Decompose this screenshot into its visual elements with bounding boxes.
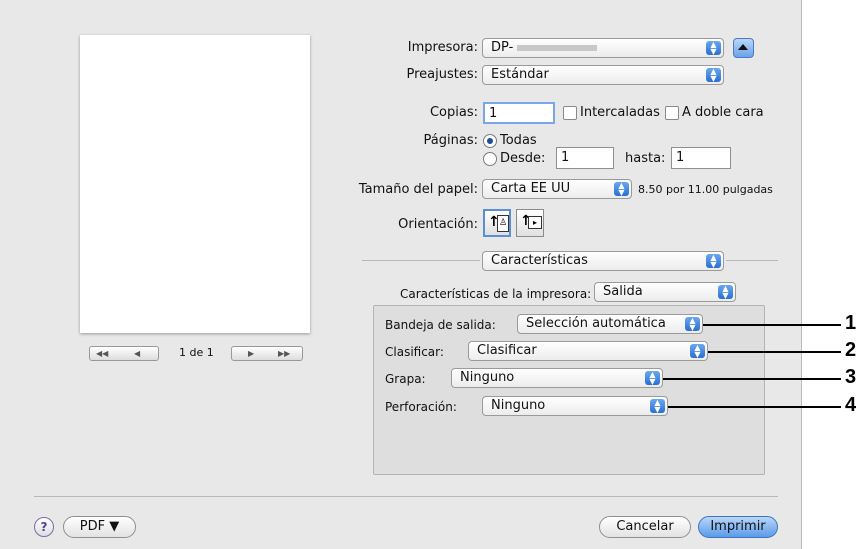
preview-nav-back-group: ◀◀ ◀ [89,346,159,361]
chevron-updown-icon: ▲ ▼ [650,399,665,414]
pages-to-field[interactable]: 1 [671,147,731,169]
callout-number-2: 2 [845,339,857,361]
person-landscape-icon: ▸ [528,216,542,229]
copies-label: Copias: [429,105,478,120]
callout-number-3: 3 [845,366,857,388]
chevron-updown-icon: ▲ ▼ [706,68,721,83]
printer-features-popup[interactable]: Salida ▲ ▼ [594,282,736,302]
presets-label: Preajustes: [406,67,478,82]
pages-range-radio[interactable] [483,152,497,166]
collated-checkbox[interactable] [563,106,577,120]
collated-label: Intercaladas [580,105,660,120]
staple-value: Ninguno [460,370,515,385]
duplex-label: A doble cara [682,105,764,120]
presets-popup[interactable]: Estándar ▲ ▼ [482,65,724,85]
output-tray-label: Bandeja de salida: [385,318,496,332]
paper-size-popup[interactable]: Carta EE UU ▲ ▼ [482,179,632,199]
page-preview [80,35,310,333]
pages-from-field[interactable]: 1 [556,147,614,169]
pdf-button[interactable]: PDF ▼ [63,516,136,538]
callout-leader-3 [663,378,841,380]
staple-label: Grapa: [385,372,426,386]
next-page-button[interactable]: ▶ [248,347,254,360]
printer-features-value: Salida [603,284,643,299]
landscape-orientation-button[interactable]: ↑ ▸ [516,209,544,237]
chevron-updown-icon: ▲ ▼ [614,182,629,197]
chevron-updown-icon: ▲ ▼ [690,344,705,359]
punch-popup[interactable]: Ninguno ▲ ▼ [482,396,668,416]
pages-label: Páginas: [423,133,478,148]
section-popup[interactable]: Características ▲ ▼ [482,251,724,271]
printer-popup[interactable]: DP- ▲ ▼ [482,38,724,58]
section-divider-left [362,260,480,261]
print-button[interactable]: Imprimir [698,516,778,538]
callout-leader-2 [708,351,841,353]
paper-size-label: Tamaño del papel: [358,182,478,197]
section-value: Características [491,253,588,268]
footer-divider [34,496,778,497]
cancel-button[interactable]: Cancelar [599,516,691,538]
section-divider-right [726,260,778,261]
preview-nav-forward-group: ▶ ▶▶ [231,346,303,361]
person-portrait-icon: ♙ [497,215,509,232]
pages-all-label: Todas [500,133,537,148]
paper-size-value: Carta EE UU [491,181,571,196]
chevron-updown-icon: ▲ ▼ [718,285,733,300]
copies-field[interactable]: 1 [483,102,555,124]
punch-value: Ninguno [491,398,546,413]
help-icon: ? [40,520,48,534]
disclosure-up-icon [738,44,748,50]
redacted-printer-name [517,44,598,51]
help-button[interactable]: ? [34,517,54,537]
output-tray-value: Selección automática [526,316,666,331]
presets-value: Estándar [491,67,549,82]
printer-features-label: Características de la impresora: [400,287,592,301]
sort-popup[interactable]: Clasificar ▲ ▼ [468,341,708,361]
pages-from-label: Desde: [500,151,546,166]
printer-label: Impresora: [407,40,478,55]
printer-value: DP- [491,40,514,55]
prev-page-button[interactable]: ◀ [134,347,140,360]
orientation-label: Orientación: [398,217,478,232]
chevron-updown-icon: ▲ ▼ [706,41,721,56]
sort-label: Clasificar: [385,345,444,359]
punch-label: Perforación: [385,400,457,414]
callout-number-1: 1 [845,312,857,334]
first-page-button[interactable]: ◀◀ [96,347,108,360]
print-dialog: ◀◀ ◀ 1 de 1 ▶ ▶▶ Impresora: DP- ▲ ▼ Preaj… [0,0,802,549]
callout-number-4: 4 [845,394,857,416]
portrait-orientation-button[interactable]: ↑ ♙ [483,209,511,237]
chevron-updown-icon: ▲ ▼ [645,371,660,386]
last-page-button[interactable]: ▶▶ [278,347,290,360]
output-tray-popup[interactable]: Selección automática ▲ ▼ [517,314,703,334]
staple-popup[interactable]: Ninguno ▲ ▼ [451,368,663,388]
pages-all-radio[interactable] [483,134,497,148]
disclosure-button[interactable] [733,38,754,58]
chevron-updown-icon: ▲ ▼ [685,317,700,332]
pages-to-label: hasta: [625,151,666,166]
sort-value: Clasificar [477,343,537,358]
callout-leader-4 [668,406,841,408]
duplex-checkbox[interactable] [665,106,679,120]
page-indicator: 1 de 1 [179,346,214,359]
chevron-updown-icon: ▲ ▼ [706,254,721,269]
callout-leader-1 [703,324,841,326]
paper-dimensions: 8.50 por 11.00 pulgadas [638,183,773,196]
